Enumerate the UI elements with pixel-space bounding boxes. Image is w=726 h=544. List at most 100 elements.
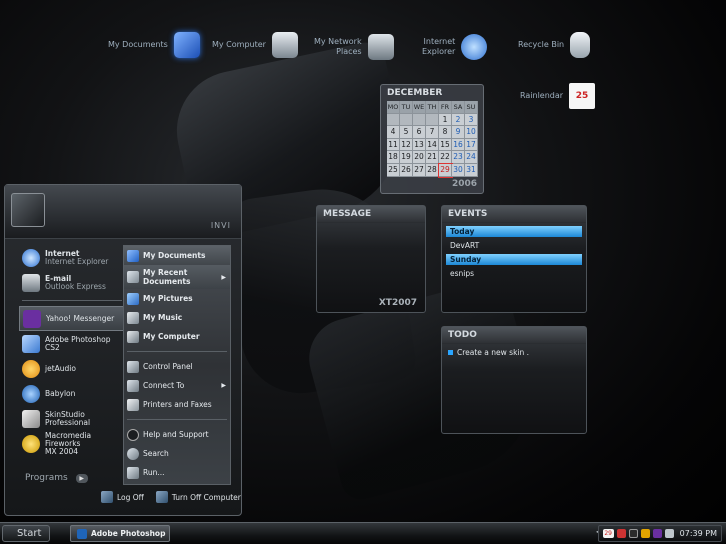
pinned-item-internet[interactable]: Internet Internet Explorer — [19, 245, 125, 270]
help-icon — [127, 428, 139, 441]
system-tray: 29 07:39 PM — [597, 525, 722, 542]
item-label: My Music — [143, 313, 183, 322]
network-icon[interactable] — [628, 529, 638, 538]
calendar-day[interactable]: 24 — [465, 151, 478, 164]
pinned-item-email[interactable]: E-mail Outlook Express — [19, 270, 125, 295]
calendar-day[interactable]: 31 — [465, 163, 478, 177]
calendar-day[interactable]: 4 — [387, 126, 400, 139]
todo-widget: TODO Create a new skin . — [441, 326, 587, 434]
calendar-widget: DECEMBER MO TU WE TH FR SA SU 1 2 3 4 5 6 7 8 9 10 11 12 13… — [380, 84, 484, 194]
places-item-help-and-support[interactable]: Help and Support — [124, 425, 230, 444]
search-icon — [127, 447, 139, 460]
calendar-day[interactable]: 14 — [426, 138, 439, 152]
item-label: My Documents — [143, 251, 206, 260]
calendar-day[interactable]: 8 — [439, 126, 452, 139]
item-text: Yahoo! Messenger — [46, 313, 115, 323]
recent-item[interactable]: Adobe Photoshop CS2 — [19, 331, 125, 356]
desktop-icon-my-network-places[interactable]: My Network Places — [314, 34, 394, 60]
recent-item[interactable]: Babylon — [19, 381, 125, 406]
item-label: Printers and Faxes — [143, 400, 212, 409]
yahoo-messenger-icon — [23, 309, 41, 328]
places-item-my-music[interactable]: My Music — [124, 308, 230, 327]
calendar-day[interactable]: 27 — [413, 163, 426, 177]
item-line: MX 2004 — [45, 446, 79, 456]
bullet-icon — [448, 350, 453, 355]
start-menu-header: INVI — [5, 185, 241, 239]
item-text: Macromedia Fireworks MX 2004 — [45, 431, 122, 456]
calendar-day[interactable]: 16 — [452, 138, 465, 152]
calendar-day[interactable]: 7 — [426, 126, 439, 139]
calendar-day[interactable]: 17 — [465, 138, 478, 152]
antivirus-icon[interactable] — [616, 529, 626, 538]
calendar-empty-cell — [413, 113, 426, 127]
calendar-day[interactable]: 3 — [465, 113, 478, 127]
places-item-my-recent-documents[interactable]: My Recent Documents ▶ — [124, 265, 230, 289]
calendar-day[interactable]: 28 — [426, 163, 439, 177]
todo-item[interactable]: Create a new skin . — [448, 348, 580, 357]
volume-icon[interactable] — [664, 529, 674, 538]
label-line: Internet — [423, 37, 456, 46]
calendar-grid: MO TU WE TH FR SA SU 1 2 3 4 5 6 7 8 9 10 11 12 13 14 15 16 17 1… — [387, 101, 478, 178]
calendar-day[interactable]: 18 — [387, 151, 400, 164]
calendar-day[interactable]: 30 — [452, 163, 465, 177]
recent-item[interactable]: SkinStudio Professional — [19, 406, 125, 431]
places-item-printers-and-faxes[interactable]: Printers and Faxes — [124, 395, 230, 414]
yahoo-messenger-tray-icon[interactable] — [652, 529, 662, 538]
photoshop-icon — [77, 528, 87, 539]
calendar-day[interactable]: 2 — [452, 113, 465, 127]
calendar-day[interactable]: 15 — [439, 138, 452, 152]
my-pictures-icon — [127, 292, 139, 305]
calendar-day[interactable]: 20 — [413, 151, 426, 164]
calendar-day[interactable]: 13 — [413, 138, 426, 152]
taskbar-item-adobe-photoshop[interactable]: Adobe Photoshop — [70, 525, 170, 542]
turn-off-computer-button[interactable]: Turn Off Computer — [155, 491, 241, 503]
desktop-icon-my-documents[interactable]: My Documents — [108, 32, 200, 58]
calendar-day[interactable]: 12 — [400, 138, 413, 152]
all-programs-button[interactable]: Programs ▶ — [25, 473, 88, 483]
avatar[interactable] — [11, 193, 45, 227]
calendar-day[interactable]: 5 — [400, 126, 413, 139]
calendar-day[interactable]: 6 — [413, 126, 426, 139]
calendar-day[interactable]: 10 — [465, 126, 478, 139]
desktop-icon-rainlendar[interactable]: Rainlendar 25 — [520, 83, 596, 109]
submenu-arrow-icon: ▶ — [221, 273, 226, 281]
log-off-button[interactable]: Log Off — [101, 491, 144, 503]
calendar-day[interactable]: 19 — [400, 151, 413, 164]
rainlendar-tray-icon[interactable]: 29 — [602, 529, 614, 538]
places-item-my-pictures[interactable]: My Pictures — [124, 289, 230, 308]
jetaudio-tray-icon[interactable] — [640, 529, 650, 538]
event-item[interactable]: DevART — [446, 240, 582, 251]
places-item-search[interactable]: Search — [124, 444, 230, 463]
item-label: My Recent Documents — [143, 268, 190, 286]
places-item-control-panel[interactable]: Control Panel — [124, 357, 230, 376]
clock[interactable]: 07:39 PM — [680, 529, 717, 538]
places-item-my-documents[interactable]: My Documents — [124, 246, 230, 265]
event-item[interactable]: Today — [446, 226, 582, 237]
recent-item[interactable]: Yahoo! Messenger — [19, 306, 125, 331]
separator — [127, 351, 227, 352]
start-button[interactable]: Start — [2, 525, 50, 542]
item-text: Internet Internet Explorer — [45, 249, 108, 266]
calendar-day[interactable]: 9 — [452, 126, 465, 139]
recent-item[interactable]: Macromedia Fireworks MX 2004 — [19, 431, 125, 456]
taskbar: Start Adobe Photoshop ◀ 29 07:39 PM — [0, 522, 726, 544]
desktop-icon-internet-explorer[interactable]: Internet Explorer — [422, 34, 488, 60]
desktop-icon-recycle-bin[interactable]: Recycle Bin — [518, 32, 591, 58]
calendar-day[interactable]: 1 — [439, 113, 452, 127]
places-item-connect-to[interactable]: Connect To ▶ — [124, 376, 230, 395]
desktop-icon-my-computer[interactable]: My Computer — [212, 32, 298, 58]
event-item[interactable]: Sunday — [446, 254, 582, 265]
my-documents-icon — [127, 249, 139, 262]
calendar-day[interactable]: 23 — [452, 151, 465, 164]
calendar-day[interactable]: 22 — [439, 151, 452, 164]
calendar-day[interactable]: 21 — [426, 151, 439, 164]
calendar-day[interactable]: 11 — [387, 138, 400, 152]
calendar-day[interactable]: 29 — [438, 163, 453, 178]
event-item[interactable]: esnips — [446, 268, 582, 279]
places-item-run[interactable]: Run... — [124, 463, 230, 482]
calendar-day[interactable]: 26 — [400, 163, 413, 177]
places-item-my-computer[interactable]: My Computer — [124, 327, 230, 346]
recent-item[interactable]: jetAudio — [19, 356, 125, 381]
calendar-day[interactable]: 25 — [387, 163, 400, 177]
log-off-label: Log Off — [117, 492, 144, 502]
